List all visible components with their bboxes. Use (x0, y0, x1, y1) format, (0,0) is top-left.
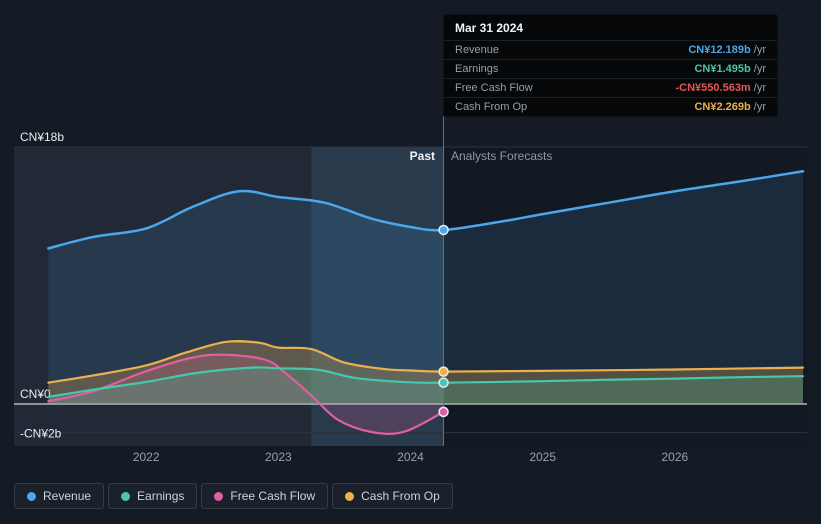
tooltip-row-label: Earnings (455, 63, 499, 75)
tooltip-row-label: Cash From Op (455, 101, 528, 113)
legend-color-dot (345, 491, 355, 501)
tooltip-row-value: CN¥1.495b /yr (694, 63, 766, 75)
legend-color-dot (214, 491, 224, 501)
tooltip-row-value: CN¥2.269b /yr (694, 101, 766, 113)
legend-item-revenue[interactable]: Revenue (14, 483, 105, 509)
legend-color-dot (121, 491, 131, 501)
past-label: Past (409, 149, 435, 163)
tooltip-rows: Revenue CN¥12.189b /yr Earnings CN¥1.495b /… (444, 40, 777, 116)
tooltip-date: Mar 31 2024 (455, 21, 524, 35)
tooltip-row-label: Free Cash Flow (455, 82, 533, 94)
tooltip-row-free-cash-flow: Free Cash Flow -CN¥550.563m /yr (444, 78, 777, 97)
legend-label: Cash From Op (361, 489, 440, 503)
legend-color-dot (27, 491, 36, 501)
x-axis-tick: 2023 (265, 450, 292, 464)
tooltip-row-cash-from-op: Cash From Op CN¥2.269b /yr (444, 97, 777, 116)
legend-item-cash-from-op[interactable]: Cash From Op (332, 483, 453, 509)
tooltip-row-unit: /yr (750, 44, 766, 56)
y-axis-label: CN¥0 (20, 387, 51, 401)
analysts-forecasts-label: Analysts Forecasts (451, 149, 553, 163)
y-axis-label: -CN¥2b (20, 427, 62, 441)
tooltip-row-label: Revenue (455, 44, 500, 56)
legend: Revenue Earnings Free Cash Flow Cash From O… (14, 483, 453, 509)
tooltip-row-unit: /yr (750, 101, 766, 113)
legend-item-earnings[interactable]: Earnings (108, 483, 198, 509)
data-tooltip: Mar 31 2024 Revenue CN¥12.189b /yr Earning… (443, 14, 778, 117)
marker-earnings[interactable] (438, 377, 449, 388)
tooltip-row-unit: /yr (750, 82, 766, 94)
legend-label: Earnings (137, 489, 185, 503)
marker-free-cash-flow[interactable] (438, 406, 449, 418)
legend-item-free-cash-flow[interactable]: Free Cash Flow (201, 483, 329, 509)
marker-cash-from-op[interactable] (438, 366, 449, 377)
tooltip-row-unit: /yr (750, 63, 766, 75)
tooltip-row-value: -CN¥550.563m /yr (675, 82, 767, 94)
y-axis-label: CN¥18b (20, 130, 64, 144)
legend-label: Revenue (43, 489, 92, 503)
earnings-revenue-growth-chart[interactable]: CN¥18b CN¥0 -CN¥2b 2022 2023 2024 2025 2026 Pas… (0, 0, 821, 524)
x-axis-tick: 2026 (661, 450, 688, 464)
x-axis-tick: 2025 (529, 450, 556, 464)
marker-revenue[interactable] (438, 224, 449, 236)
x-axis-tick: 2022 (133, 450, 160, 464)
tooltip-row-earnings: Earnings CN¥1.495b /yr (444, 59, 777, 78)
tooltip-row-value: CN¥12.189b /yr (688, 44, 766, 56)
x-axis-tick: 2024 (397, 450, 424, 464)
tooltip-row-revenue: Revenue CN¥12.189b /yr (444, 40, 777, 59)
legend-label: Free Cash Flow (230, 489, 316, 503)
